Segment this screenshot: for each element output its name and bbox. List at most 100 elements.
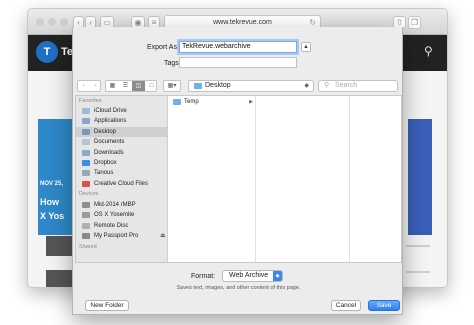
- sidebar-item[interactable]: Mid-2014 rMBP: [76, 200, 168, 210]
- location-label: Desktop: [205, 82, 231, 89]
- new-folder-button[interactable]: New Folder: [85, 300, 129, 311]
- folder-icon: [173, 99, 181, 105]
- article-excerpt-line: [406, 271, 430, 273]
- downloads-icon: [82, 149, 90, 156]
- article-excerpt-line: [406, 245, 430, 247]
- chevron-up-icon: ▲: [303, 44, 309, 50]
- address-text: www.tekrevue.com: [213, 19, 272, 26]
- disclosure-arrow-icon: ▶: [249, 99, 253, 105]
- format-description: Saves text, images, and other content of…: [176, 285, 301, 291]
- chevron-updown-icon: ◆: [273, 271, 282, 281]
- zoom-window-button[interactable]: [60, 18, 68, 26]
- sidebar-header-favorites: Favorites: [79, 98, 102, 104]
- cloud-icon: [82, 108, 90, 114]
- location-popup[interactable]: Desktop ◆: [188, 80, 314, 92]
- sidebar-item-label: Remote Disc: [94, 222, 129, 229]
- sidebar-item-label: Downloads: [94, 149, 124, 156]
- close-window-button[interactable]: [36, 18, 44, 26]
- sidebar-item[interactable]: iCloud Drive: [76, 106, 168, 116]
- sidebar-item[interactable]: My Passport Pro ⏏: [76, 231, 168, 241]
- cover-flow-icon[interactable]: □: [145, 81, 158, 91]
- sidebar-item-label: Desktop: [94, 128, 117, 135]
- cancel-button[interactable]: Cancel: [331, 300, 361, 311]
- sidebar-item-label: iCloud Drive: [94, 108, 127, 114]
- file-item-label: Temp: [184, 99, 199, 105]
- chevron-right-icon[interactable]: ›: [90, 81, 101, 91]
- expand-button[interactable]: ▲: [301, 42, 311, 52]
- arrange-button[interactable]: ▦▾: [163, 80, 181, 92]
- sidebar-item[interactable]: Applications: [76, 116, 168, 126]
- share-icon: ⇧: [396, 18, 403, 27]
- sidebar-item-label: Mid-2014 rMBP: [94, 202, 136, 208]
- chevron-right-icon: ›: [89, 18, 92, 27]
- desktop-icon: [82, 128, 90, 135]
- reader-icon: ≡: [151, 18, 157, 27]
- hero-banner-right[interactable]: [408, 119, 432, 235]
- tabs-icon: ❐: [410, 18, 419, 27]
- format-value: Web Archive: [229, 272, 269, 279]
- sidebar-item[interactable]: Remote Disc: [76, 221, 168, 231]
- column-empty[interactable]: [351, 96, 401, 262]
- arrange-icon: ▦▾: [167, 83, 177, 89]
- column-desktop[interactable]: Temp ▶: [169, 96, 256, 262]
- article-thumbnail[interactable]: [46, 236, 74, 256]
- sidebar-item-label: Tanous: [94, 170, 114, 177]
- hero-title-line1[interactable]: How: [40, 197, 59, 207]
- format-label: Format:: [191, 273, 216, 280]
- minimize-window-button[interactable]: [48, 18, 56, 26]
- sidebar-item[interactable]: Dropbox: [76, 158, 168, 168]
- sidebar-icon: ▭: [103, 18, 111, 27]
- sidebar-item-label: Creative Cloud Files: [94, 180, 149, 187]
- sidebar-header-shared: Shared: [79, 244, 97, 250]
- chevron-updown-icon: ◆: [304, 83, 309, 89]
- sidebar-item[interactable]: Downloads: [76, 148, 168, 158]
- sidebar-item-label: My Passport Pro: [94, 233, 139, 240]
- sidebar-item[interactable]: Desktop: [76, 126, 168, 137]
- file-item[interactable]: Temp ▶: [169, 97, 256, 107]
- eject-icon[interactable]: ⏏: [160, 231, 166, 241]
- sidebar-item[interactable]: Documents: [76, 137, 168, 147]
- sidebar-item-label: Dropbox: [94, 160, 117, 166]
- hero-title-line2[interactable]: X Yos: [40, 211, 64, 221]
- search-input[interactable]: ⚲ Search: [318, 80, 398, 92]
- chevron-left-icon: ‹: [77, 18, 80, 27]
- list-view-icon[interactable]: ☰: [119, 81, 132, 91]
- column-view-icon[interactable]: ◫: [132, 81, 145, 91]
- format-popup[interactable]: Web Archive ◆: [222, 270, 283, 282]
- search-icon[interactable]: ⚲: [424, 44, 433, 58]
- applications-icon: [82, 118, 90, 125]
- article-thumbnail[interactable]: [46, 270, 74, 287]
- chevron-left-icon[interactable]: ‹: [78, 81, 89, 91]
- dropbox-icon: [82, 160, 90, 166]
- sidebar-item[interactable]: Creative Cloud Files: [76, 179, 168, 189]
- shield-icon: ◉: [134, 18, 142, 27]
- history-nav: ‹ ›: [77, 80, 101, 92]
- save-sheet: Export As: TekRevue.webarchive ▲ Tags: ‹…: [72, 27, 403, 315]
- sidebar: Favorites Devices Shared iCloud Drive App…: [76, 96, 168, 262]
- creative-cloud-icon: [82, 180, 90, 187]
- hero-date: NOV 25,: [40, 181, 64, 187]
- external-drive-icon: [82, 233, 90, 240]
- search-placeholder: Search: [335, 82, 358, 89]
- sidebar-header-devices: Devices: [79, 191, 99, 197]
- tags-field[interactable]: [179, 57, 297, 68]
- sidebar-item[interactable]: OS X Yosemite: [76, 210, 168, 220]
- save-button[interactable]: Save: [368, 300, 400, 311]
- laptop-icon: [82, 202, 90, 208]
- disk-icon: [82, 212, 90, 219]
- export-as-label: Export As:: [147, 44, 179, 51]
- sidebar-item[interactable]: Tanous: [76, 168, 168, 178]
- sidebar-item-label: OS X Yosemite: [94, 212, 135, 219]
- view-mode-group: ▦ ☰ ◫ □: [105, 80, 157, 92]
- column-empty[interactable]: [257, 96, 350, 262]
- disc-icon: [82, 222, 90, 229]
- folder-icon: [194, 83, 202, 89]
- export-as-field[interactable]: TekRevue.webarchive: [179, 41, 297, 53]
- site-logo-icon[interactable]: T: [36, 41, 58, 63]
- file-browser: Favorites Devices Shared iCloud Drive App…: [75, 95, 402, 263]
- search-icon: ⚲: [324, 82, 330, 89]
- tabs-button[interactable]: ❐: [408, 16, 421, 29]
- home-icon: [82, 170, 90, 177]
- icon-view-icon[interactable]: ▦: [106, 81, 119, 91]
- sidebar-item-label: Documents: [94, 139, 125, 146]
